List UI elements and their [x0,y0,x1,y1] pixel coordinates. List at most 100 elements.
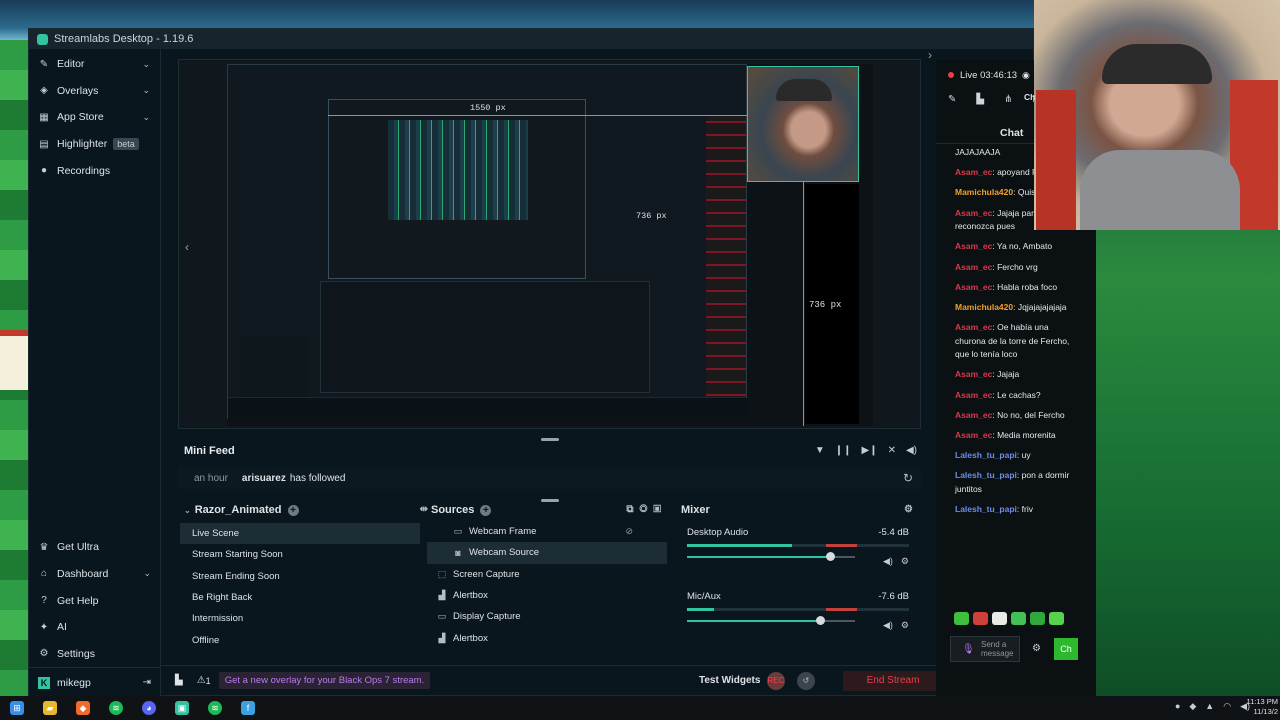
chat-username[interactable]: Asam_ec [955,241,992,251]
webcam-source-selected[interactable] [747,66,859,182]
tray-icon[interactable]: ● [1175,701,1180,712]
chat-username[interactable]: Asam_ec [955,369,992,379]
pencil-icon[interactable]: ✎ [948,94,956,105]
slider-knob[interactable] [815,616,825,625]
record-button[interactable]: REC [767,671,785,690]
chat-username[interactable]: Mamichula420 [955,187,1013,197]
chat-username[interactable]: Asam_ec [955,167,992,177]
title-bar[interactable]: Streamlabs Desktop - 1.19.6 [29,29,1033,49]
chat-username[interactable]: Lalesh_tu_papi [955,470,1017,480]
chat-username[interactable]: Asam_ec [955,322,992,332]
user-profile[interactable]: K mikegp ⇥ [29,667,161,697]
test-widgets-label[interactable]: Test Widgets [699,675,760,686]
file-explorer-icon[interactable]: ▰ [43,701,57,715]
sidebar-item-dashboard[interactable]: ⌂ Dashboard ⌄ [29,561,161,588]
scene-item[interactable]: Stream Ending Soon [180,566,420,587]
wifi-icon[interactable]: ◠ [1223,701,1231,712]
alert-icon[interactable]: ⚠ [197,675,206,686]
channel-settings-icon[interactable]: ⚙ [901,620,909,631]
volume-icon[interactable]: ◀) [906,445,917,456]
chat-username[interactable]: Asam_ec [955,390,992,400]
source-item[interactable]: ◙ Webcam Source [427,542,667,564]
channel-settings-icon[interactable]: ⚙ [901,556,909,567]
speaker-icon[interactable]: ◀) [883,556,893,567]
slider-knob[interactable] [825,552,835,561]
app-f-icon[interactable]: f [241,701,255,715]
stats-icon[interactable]: ▙ [175,675,183,686]
streamlabs-taskbar-icon[interactable]: ▣ [175,701,189,715]
system-clock[interactable]: 11:13 PM 11/13/2 [1246,697,1278,717]
emote-icon[interactable] [1011,612,1026,625]
source-item[interactable]: ▟ Alertbox [427,585,667,606]
windows-start-icon[interactable]: ⊞ [10,701,24,715]
mic-icon[interactable]: 🎙 [962,644,975,655]
sidebar-item-highlighter[interactable]: ▤ Highlighter beta [29,131,160,158]
end-stream-button[interactable]: End Stream [843,670,943,691]
mute-alerts-icon[interactable]: ✕ [888,445,896,456]
brave-browser-icon[interactable]: ◆ [76,701,90,715]
source-item[interactable]: ▟ Alertbox [427,627,667,648]
mixer-settings-icon[interactable]: ⚙ [904,504,913,515]
logout-icon[interactable]: ⇥ [143,677,151,688]
chevron-right-icon[interactable]: › [928,48,932,62]
scene-item[interactable]: Stream Starting Soon [180,544,420,565]
scene-item[interactable]: Live Scene [180,523,420,545]
sidebar-item-settings[interactable]: ⚙ Settings [29,640,161,667]
source-tools-icons[interactable]: ⧉◎▣ [626,504,667,515]
sidebar-item-ai[interactable]: ✦ AI [29,614,161,641]
emote-icon[interactable] [992,612,1007,625]
chevron-left-icon[interactable]: ‹ [185,240,189,254]
share-icon[interactable]: ⋔ [1004,94,1012,105]
speaker-icon[interactable]: ◀) [883,620,893,631]
source-item[interactable]: ⬚ Screen Capture [427,564,667,585]
chat-username[interactable]: Mamichula420 [955,302,1013,312]
sidebar-item-editor[interactable]: ✎ Editor ⌄ [29,51,160,78]
sidebar-item-get-help[interactable]: ? Get Help [29,587,161,614]
skip-icon[interactable]: ▶❙ [862,445,878,456]
chat-settings-icon[interactable]: ⚙ [1032,643,1041,654]
tray-icon[interactable]: ▲ [1205,701,1214,712]
refresh-icon[interactable]: ↻ [903,471,913,485]
collapse-icon[interactable]: ⌄ [184,506,191,515]
visibility-icon[interactable]: ⊘ [625,526,633,537]
scene-item[interactable]: Offline [180,629,420,650]
add-scene-icon[interactable]: + [287,504,299,516]
tray-icon[interactable]: ◆ [1189,701,1196,712]
scene-item[interactable]: Be Right Back [180,587,420,608]
sidebar-item-recordings[interactable]: ● Recordings [29,157,160,184]
add-source-icon[interactable]: + [480,504,492,516]
replay-buffer-button[interactable]: ↺ [797,671,815,690]
emote-icon[interactable] [1030,612,1045,625]
emote-icon[interactable] [973,612,988,625]
emote-icon[interactable] [954,612,969,625]
filter-icon[interactable]: ▼ [815,445,825,456]
chevron-down-icon[interactable]: ⌄ [142,112,150,123]
stream-preview[interactable]: 1550 px 736 px 736 px ‹ › [178,48,932,429]
scene-collection-name[interactable]: Razor_Animated [195,504,282,516]
sidebar-item-app-store[interactable]: ▦ App Store ⌄ [29,104,160,131]
chat-send-button[interactable]: Ch [1054,638,1078,660]
emote-icon[interactable] [1049,612,1064,625]
chat-username[interactable]: Asam_ec [955,282,992,292]
source-item[interactable]: ▭ Webcam Frame ⊘ [427,521,667,542]
scene-item[interactable]: Intermission [180,608,420,629]
promo-banner[interactable]: Get a new overlay for your Black Ops 7 s… [218,672,431,689]
preview-canvas[interactable]: 1550 px 736 px 736 px [227,64,873,426]
spotify-icon[interactable]: ≋ [208,701,222,715]
chat-input[interactable]: Send a message [950,636,1020,662]
clip-icon[interactable]: ▙ [976,94,984,105]
pause-icon[interactable]: ❙❙ [835,445,852,456]
sidebar-item-get-ultra[interactable]: ♛ Get Ultra [29,534,161,561]
chevron-down-icon[interactable]: ⌄ [142,59,150,70]
volume-slider[interactable] [687,616,855,625]
volume-slider[interactable] [687,552,855,561]
chat-username[interactable]: Asam_ec [955,262,992,272]
sidebar-item-overlays[interactable]: ◈ Overlays ⌄ [29,78,160,105]
discord-icon[interactable]: ◕ [142,701,156,715]
chat-username[interactable]: Lalesh_tu_papi [955,504,1017,514]
chat-username[interactable]: Asam_ec [955,430,992,440]
chevron-down-icon[interactable]: ⌄ [143,568,151,579]
chat-username[interactable]: Asam_ec [955,208,992,218]
chat-username[interactable]: Lalesh_tu_papi [955,450,1017,460]
chevron-down-icon[interactable]: ⌄ [142,85,150,96]
